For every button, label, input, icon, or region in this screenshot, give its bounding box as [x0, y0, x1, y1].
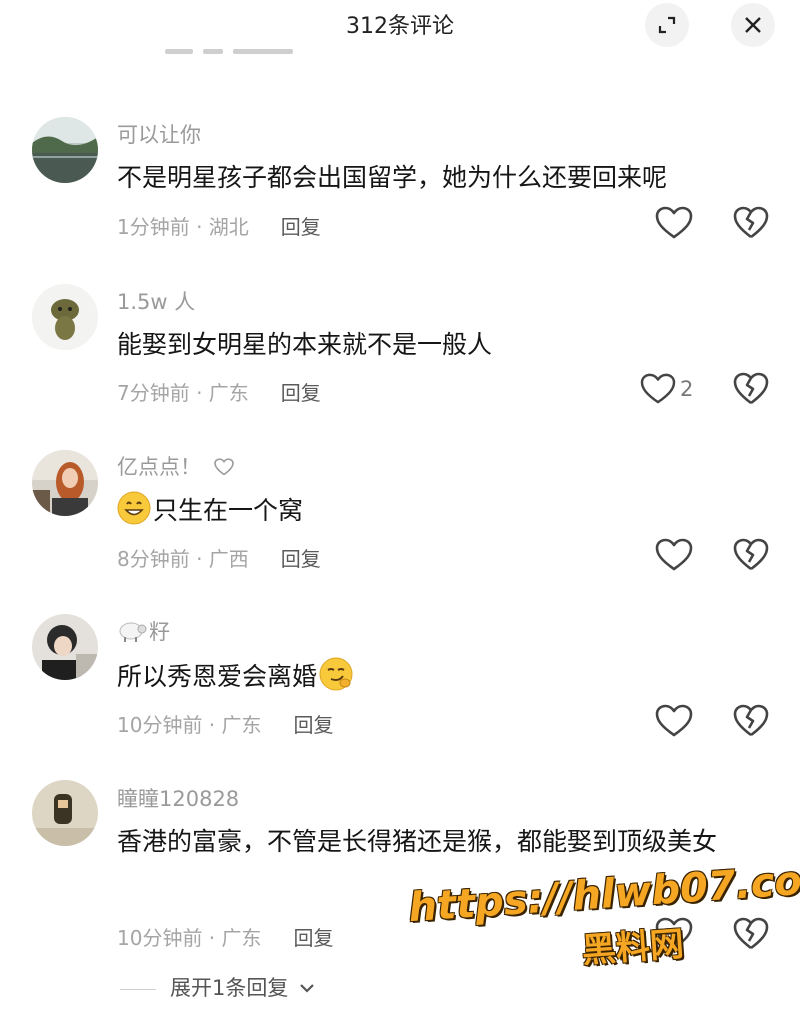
avatar[interactable]: [32, 117, 98, 183]
expand-replies-button[interactable]: 展开1条回复: [120, 972, 315, 1002]
comment-time-location: 1分钟前 · 湖北: [117, 215, 249, 239]
expand-button[interactable]: [645, 3, 689, 47]
like-button[interactable]: [655, 206, 693, 240]
smirk-emoji-icon: [319, 657, 353, 691]
scrolled-text-remnant: [165, 46, 315, 58]
comment-meta: 10分钟前 · 广东 回复: [117, 922, 334, 951]
divider: [120, 988, 156, 990]
broken-heart-icon: [733, 372, 769, 405]
comment-time-location: 8分钟前 · 广西: [117, 547, 249, 571]
comment-text: 只生在一个窝: [153, 496, 304, 525]
watermark-label: 黑料网: [580, 924, 686, 972]
grinning-emoji-icon: [117, 491, 151, 525]
like-button[interactable]: [655, 538, 693, 572]
avatar[interactable]: [32, 284, 98, 350]
like-count: 2: [680, 377, 694, 401]
broken-heart-icon: [733, 704, 769, 737]
comment-meta: 1分钟前 · 湖北 回复: [117, 211, 321, 240]
comment-text-row: 只生在一个窝: [117, 491, 777, 531]
dislike-button[interactable]: [733, 704, 769, 742]
comment-time-location: 10分钟前 · 广东: [117, 926, 262, 950]
expand-icon: [658, 16, 676, 34]
avatar[interactable]: [32, 450, 98, 516]
heart-outline-icon: [655, 538, 693, 571]
reply-button[interactable]: 回复: [281, 547, 321, 571]
expand-replies-label: 展开1条回复: [170, 976, 289, 1000]
heart-outline-icon: [655, 206, 693, 239]
close-button[interactable]: [731, 3, 775, 47]
small-heart-icon: [213, 458, 234, 476]
comment-username[interactable]: 可以让你: [117, 119, 201, 149]
sheep-emoji-icon: [119, 622, 147, 642]
comment-text-row: 所以秀恩爱会离婚: [117, 657, 777, 697]
dislike-button[interactable]: [733, 206, 769, 244]
watermark: https://hlwb07.com 黑料网: [407, 855, 800, 985]
reply-button[interactable]: 回复: [294, 926, 334, 950]
close-icon: [745, 17, 761, 33]
comment-text: 不是明星孩子都会出国留学，她为什么还要回来呢: [117, 163, 668, 192]
broken-heart-icon: [733, 206, 769, 239]
comments-header: 312条评论: [0, 0, 800, 56]
comment-username[interactable]: 瞳瞳120828: [117, 783, 239, 813]
comment-username-row: 亿点点！: [117, 451, 234, 481]
comment-username[interactable]: 亿点点！: [117, 455, 201, 479]
like-button[interactable]: 2: [640, 372, 693, 406]
comment-username-row: 籽: [117, 616, 170, 646]
comment-username[interactable]: 籽: [149, 620, 170, 644]
reply-button[interactable]: 回复: [281, 215, 321, 239]
dislike-button[interactable]: [733, 372, 769, 410]
avatar[interactable]: [32, 780, 98, 846]
comment-meta: 10分钟前 · 广东 回复: [117, 709, 334, 738]
broken-heart-icon: [733, 538, 769, 571]
comment-text: 能娶到女明星的本来就不是一般人: [117, 330, 493, 359]
comment-time-location: 10分钟前 · 广东: [117, 713, 262, 737]
avatar[interactable]: [32, 614, 98, 680]
comment-username[interactable]: 1.5w 人: [117, 286, 195, 316]
heart-outline-icon: [655, 704, 693, 737]
comment-text: 香港的富豪，不管是长得猪还是猴，都能娶到顶级美女: [117, 827, 718, 856]
reply-button[interactable]: 回复: [294, 713, 334, 737]
comment-time-location: 7分钟前 · 广东: [117, 381, 249, 405]
watermark-url: https://hlwb07.com: [406, 854, 800, 932]
heart-outline-icon: [640, 373, 676, 404]
like-button[interactable]: [655, 704, 693, 738]
reply-button[interactable]: 回复: [281, 381, 321, 405]
comment-meta: 8分钟前 · 广西 回复: [117, 543, 321, 572]
dislike-button[interactable]: [733, 538, 769, 576]
chevron-down-icon: [300, 984, 314, 993]
comment-meta: 7分钟前 · 广东 回复: [117, 377, 321, 406]
comment-text: 所以秀恩爱会离婚: [117, 662, 318, 691]
